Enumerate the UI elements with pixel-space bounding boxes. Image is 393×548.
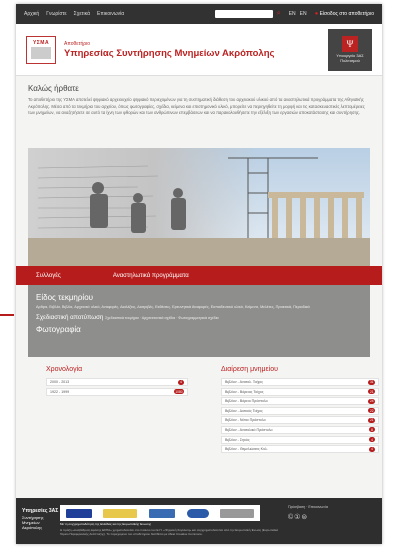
header-title: Υπηρεσίας Συντήρησης Μνημείων Ακρόπολης xyxy=(64,47,275,59)
chronology-panel: Χρονολογία 2000 - 2013 4 1922 - 1999 108… xyxy=(46,366,188,397)
count-badge: 8 xyxy=(369,427,375,433)
site-header: ΥΣΜΑ Αποθετήριο Υπηρεσίας Συντήρησης Μνη… xyxy=(16,24,382,76)
espa-logo xyxy=(148,508,175,518)
footer-text: Η πράξη «Αναβάθμιση Δράσης ΕΣΠΑ» χρηματο… xyxy=(60,528,279,537)
tab-collections[interactable]: Συλλογές xyxy=(36,273,61,279)
list-item[interactable]: Βιβλίον - Βόρειος Τοίχος 21 xyxy=(221,387,379,396)
list-item-label: Βιβλίον - Βόρειο Πρόστυλο xyxy=(225,399,268,404)
nav-manual-link[interactable]: Σχετικά xyxy=(74,11,90,17)
monument-division-heading: Διαίρεση μνημείου xyxy=(221,366,278,373)
drawings-link[interactable]: Σχεδιαστική αποτύπωση xyxy=(36,314,103,321)
welcome-section: Καλώς ήρθατε Το αποθετήριο της ΥΣΜΑ αποτ… xyxy=(16,76,382,117)
page: Αρχική Γνωρίστε Σχετικά Επικοινωνία ⌕ EN… xyxy=(16,4,382,544)
list-item-label: Βιβλίον - Ανατολ. Τοίχος xyxy=(225,380,263,384)
search-icon[interactable]: ⌕ xyxy=(277,10,281,18)
count-badge: 1080 xyxy=(173,389,184,395)
welcome-heading: Καλώς ήρθατε xyxy=(28,84,79,93)
welcome-text: Το αποθετήριο της ΥΣΜΑ αποτελεί ψηφιακό … xyxy=(28,97,365,116)
list-item[interactable]: Βιβλίον - Βόρειο Πρόστυλο 24 xyxy=(221,397,379,406)
ministry-emblem-icon: Ψ xyxy=(342,35,358,52)
list-item[interactable]: Βιβλίον - Ανατολ. Τοίχος 31 xyxy=(221,378,379,386)
site-footer: Υπηρεσίες 3ΑΣ Συντήρησης Μνημείων Ακρόπο… xyxy=(16,498,382,544)
monument-division-panel: Διαίρεση μνημείου Βιβλίον - Ανατολ. Τοίχ… xyxy=(221,366,379,455)
drawings-sublist[interactable]: Σχεδιαστικά τεκμήρια · Αρχιτεκτονικά σχέ… xyxy=(105,316,219,320)
lang-el-link[interactable]: EN xyxy=(300,11,307,17)
list-item[interactable]: Βιβλίον - Θεμελιώσεις Κυλ. 4 xyxy=(221,445,379,454)
eu-flag-icon xyxy=(65,508,92,518)
site-logo[interactable]: ΥΣΜΑ xyxy=(26,35,56,64)
list-item-label: Βιβλίον - Ανατολικό Πρόστυλο xyxy=(225,427,273,432)
count-badge: 24 xyxy=(368,398,375,404)
list-item[interactable]: Βιβλίον - Δυτικός Τοίχος 22 xyxy=(221,406,379,415)
scroll-marker xyxy=(0,314,14,316)
hero-image xyxy=(28,148,370,266)
funding-logos xyxy=(60,505,260,521)
document-types-panel: Είδος τεκμηρίου Αρθρα, Βιβλία, Βιβλία, Α… xyxy=(28,285,370,357)
list-item-label: Βιβλίον - Νότιο Πρόστυλο xyxy=(225,418,266,423)
search-input[interactable] xyxy=(214,10,273,18)
list-item-label: 1922 - 1999 xyxy=(50,389,70,394)
count-badge: 21 xyxy=(368,389,375,395)
ministry-logo[interactable]: Ψ Υπουργείο 3ΑΣ Πολιτισμού xyxy=(328,28,372,71)
ministry-label: Υπουργείο 3ΑΣ Πολιτισμού xyxy=(336,52,364,63)
list-item-label: 2000 - 2013 xyxy=(50,380,70,384)
logo-text: ΥΣΜΑ xyxy=(32,40,50,46)
header-subtitle: Αποθετήριο xyxy=(64,40,90,47)
top-nav: Αρχική Γνωρίστε Σχετικά Επικοινωνία ⌕ EN… xyxy=(16,4,382,24)
chronology-heading: Χρονολογία xyxy=(46,366,83,373)
list-item[interactable]: 1922 - 1999 1080 xyxy=(46,387,188,396)
document-types-heading[interactable]: Είδος τεκμηρίου xyxy=(36,293,362,302)
creative-commons-icon[interactable]: ©①⊜ xyxy=(288,513,308,521)
footer-logo[interactable]: Υπηρεσίες 3ΑΣ Συντήρησης Μνημείων Ακρόπο… xyxy=(22,508,58,530)
logo-image xyxy=(31,47,51,59)
document-types-list[interactable]: Αρθρα, Βιβλία, Βιβλία, Αρχειακό υλικό, Α… xyxy=(36,305,362,311)
count-badge: 21 xyxy=(368,417,375,423)
lang-en-link[interactable]: EN xyxy=(289,11,296,17)
nav-home-link[interactable]: Αρχική xyxy=(24,11,39,17)
list-item-label: Βιβλίον - Δυτικός Τοίχος xyxy=(225,408,263,413)
footer-logo-subtitle: Συντήρησης Μνημείων Ακρόπολης xyxy=(22,514,44,530)
count-badge: 4 xyxy=(369,446,375,452)
login-link[interactable]: ● Είσοδος στο αποθετήριο xyxy=(315,11,374,17)
funding-caption: Με τη συγχρηματοδότηση της Ελλάδας και τ… xyxy=(60,522,152,526)
photos-link[interactable]: Φωτογραφία xyxy=(36,325,362,334)
list-item[interactable]: 2000 - 2013 4 xyxy=(46,378,188,386)
list-item[interactable]: Βιβλίον - Νότιο Πρόστυλο 21 xyxy=(221,416,379,425)
collections-bar: Συλλογές Αναστηλωτικά προγράμματα xyxy=(16,266,382,285)
footer-logo-title: Υπηρεσίες 3ΑΣ xyxy=(22,508,59,514)
count-badge: 31 xyxy=(368,379,375,385)
greek-republic-logo xyxy=(186,508,209,518)
tab-restoration-programs[interactable]: Αναστηλωτικά προγράμματα xyxy=(113,273,189,279)
nav-contact-link[interactable]: Επικοινωνία xyxy=(97,11,124,17)
user-icon: ● xyxy=(314,11,319,17)
list-item[interactable]: Βιβλίον - Σηκός 4 xyxy=(221,435,379,444)
list-item-label: Βιβλίον - Βόρειος Τοίχος xyxy=(225,389,264,394)
digital-convergence-logo xyxy=(103,508,138,518)
ministry-footer-logo xyxy=(220,508,255,518)
count-badge: 4 xyxy=(178,379,184,385)
list-item[interactable]: Βιβλίον - Ανατολικό Πρόστυλο 8 xyxy=(221,425,379,434)
hero-banner xyxy=(28,148,370,266)
count-badge: 22 xyxy=(368,408,375,414)
nav-about-link[interactable]: Γνωρίστε xyxy=(46,11,66,17)
login-label: Είσοδος στο αποθετήριο xyxy=(319,11,374,17)
footer-contact-link[interactable]: Πρόσβαση · Επικοινωνία xyxy=(288,505,328,509)
list-item-label: Βιβλίον - Θεμελιώσεις Κυλ. xyxy=(225,447,268,452)
count-badge: 4 xyxy=(369,437,375,443)
list-item-label: Βιβλίον - Σηκός xyxy=(225,437,250,442)
